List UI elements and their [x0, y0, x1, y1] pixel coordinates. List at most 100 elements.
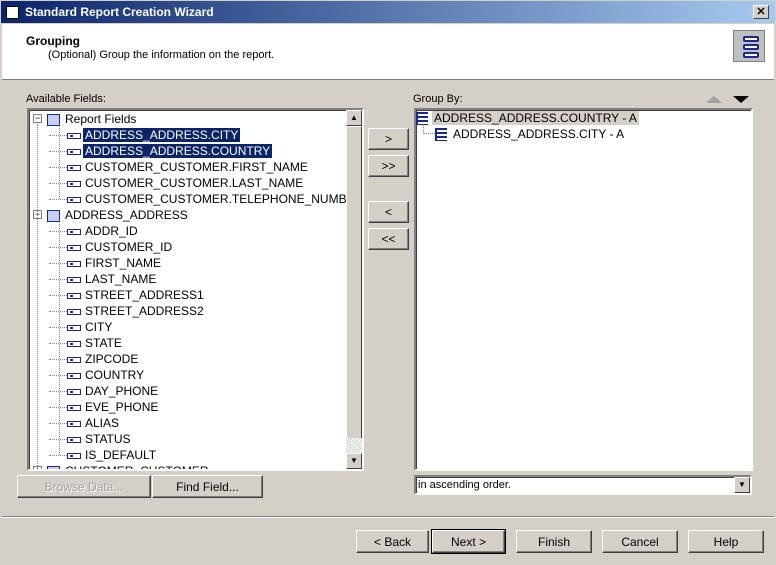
- field-icon: [67, 164, 81, 171]
- tree-item[interactable]: CUSTOMER_ID: [67, 239, 174, 255]
- tree-item-label: CUSTOMER_ID: [85, 240, 173, 254]
- close-button[interactable]: ✕: [753, 5, 769, 19]
- field-icon: [67, 436, 81, 443]
- tree-item[interactable]: STREET_ADDRESS2: [67, 303, 206, 319]
- scroll-up-arrow-icon[interactable]: ▲: [346, 110, 362, 126]
- field-icon: [67, 372, 81, 379]
- tree-item[interactable]: CUSTOMER_CUSTOMER.LAST_NAME: [67, 175, 305, 191]
- add-field-button[interactable]: >: [368, 128, 409, 150]
- tree-item[interactable]: STREET_ADDRESS1: [67, 287, 206, 303]
- app-icon: [6, 6, 19, 19]
- tree-item-label: CUSTOMER_CUSTOMER.FIRST_NAME: [85, 160, 308, 174]
- next-button[interactable]: Next >: [431, 529, 506, 554]
- tree-item[interactable]: ADDRESS_ADDRESS.COUNTRY: [67, 143, 274, 159]
- move-down-arrow-icon[interactable]: [733, 96, 749, 103]
- field-icon: [67, 292, 81, 299]
- field-icon: [67, 228, 81, 235]
- field-icon: [67, 356, 81, 363]
- grouping-icon: [733, 30, 765, 62]
- tree-item-label: LAST_NAME: [85, 272, 157, 286]
- field-icon: [67, 308, 81, 315]
- tree-item-label: CUSTOMER_CUSTOMER: [65, 464, 209, 471]
- tree-item[interactable]: STATE: [67, 335, 124, 351]
- field-icon: [67, 132, 81, 139]
- scroll-down-arrow-icon[interactable]: ▼: [346, 453, 362, 469]
- title-bar: Standard Report Creation Wizard ✕: [0, 0, 776, 24]
- tree-item[interactable]: COUNTRY: [67, 367, 146, 383]
- browse-data-button[interactable]: Browse Data...: [17, 475, 151, 498]
- field-icon: [67, 276, 81, 283]
- wizard-header: Grouping (Optional) Group the informatio…: [2, 24, 774, 80]
- remove-all-button[interactable]: <<: [368, 228, 409, 250]
- field-icon: [67, 452, 81, 459]
- field-icon: [67, 244, 81, 251]
- finish-button[interactable]: Finish: [516, 530, 592, 553]
- available-fields-tree[interactable]: − Report Fields ADDRESS_ADDRESS.CITY ADDRES…: [27, 108, 364, 471]
- divider: [2, 516, 774, 518]
- field-icon: [67, 148, 81, 155]
- tree-item[interactable]: ADDRESS_ADDRESS.CITY: [67, 127, 242, 143]
- chevron-down-icon[interactable]: ▼: [734, 477, 750, 493]
- tree-item[interactable]: ADDRESS_ADDRESS: [47, 207, 190, 223]
- tree-item[interactable]: EVE_PHONE: [67, 399, 160, 415]
- tree-item-label: IS_DEFAULT: [85, 448, 157, 462]
- tree-item-label: CITY: [85, 320, 113, 334]
- field-icon: [67, 324, 81, 331]
- tree-item-label: ADDRESS_ADDRESS: [65, 208, 188, 222]
- tree-item[interactable]: ADDR_ID: [67, 223, 140, 239]
- group-item[interactable]: ADDRESS_ADDRESS.CITY - A: [435, 126, 626, 142]
- remove-field-button[interactable]: <: [368, 201, 409, 223]
- tree-item-label: COUNTRY: [85, 368, 145, 382]
- tree-item[interactable]: CUSTOMER_CUSTOMER.TELEPHONE_NUMBER: [67, 191, 364, 207]
- sort-order-dropdown[interactable]: in ascending order. ▼: [414, 475, 752, 495]
- tree-item[interactable]: ALIAS: [67, 415, 121, 431]
- tree-item-label: ADDR_ID: [85, 224, 138, 238]
- tree-item-label: FIRST_NAME: [85, 256, 162, 270]
- tree-item[interactable]: CUSTOMER_CUSTOMER.FIRST_NAME: [67, 159, 310, 175]
- field-icon: [67, 388, 81, 395]
- help-button[interactable]: Help: [688, 530, 764, 553]
- tree-scrollbar[interactable]: ▲ ▼: [346, 110, 362, 469]
- tree-item-label: DAY_PHONE: [85, 384, 159, 398]
- step-title: Grouping: [26, 34, 80, 48]
- tree-item-label: STREET_ADDRESS1: [85, 288, 204, 302]
- move-up-arrow-icon[interactable]: [706, 96, 722, 103]
- tree-item-label: STATUS: [85, 432, 131, 446]
- group-by-label: Group By:: [413, 93, 463, 105]
- tree-item-label: STREET_ADDRESS2: [85, 304, 204, 318]
- tree-item[interactable]: STATUS: [67, 431, 133, 447]
- step-subtitle: (Optional) Group the information on the …: [48, 49, 275, 61]
- tree-item[interactable]: CITY: [67, 319, 114, 335]
- tree-item-label: ADDRESS_ADDRESS.CITY: [81, 127, 242, 143]
- tree-item[interactable]: DAY_PHONE: [67, 383, 160, 399]
- tree-item[interactable]: Report Fields: [47, 111, 138, 127]
- tree-item-label: ZIPCODE: [85, 352, 139, 366]
- tree-item[interactable]: ZIPCODE: [67, 351, 140, 367]
- tree-item-label: CUSTOMER_CUSTOMER.TELEPHONE_NUMBER: [85, 192, 364, 206]
- collapse-icon[interactable]: −: [33, 114, 42, 123]
- tree-item[interactable]: FIRST_NAME: [67, 255, 163, 271]
- tree-item[interactable]: CUSTOMER_CUSTOMER: [47, 463, 211, 471]
- scroll-thumb[interactable]: [346, 126, 362, 454]
- window-title: Standard Report Creation Wizard: [25, 5, 214, 19]
- cancel-button[interactable]: Cancel: [602, 530, 678, 553]
- group-item[interactable]: ADDRESS_ADDRESS.COUNTRY - A: [416, 110, 639, 126]
- field-icon: [67, 196, 81, 203]
- group-icon: [435, 128, 447, 142]
- tree-item[interactable]: LAST_NAME: [67, 271, 158, 287]
- tree-item-label: STATE: [85, 336, 122, 350]
- add-all-button[interactable]: >>: [368, 155, 409, 177]
- field-icon: [67, 180, 81, 187]
- tree-item[interactable]: IS_DEFAULT: [67, 447, 158, 463]
- sort-order-value: in ascending order.: [418, 479, 511, 491]
- tree-item-label: Report Fields: [65, 112, 137, 126]
- field-icon: [67, 260, 81, 267]
- group-by-list[interactable]: ADDRESS_ADDRESS.COUNTRY - A ADDRESS_ADDR…: [414, 108, 753, 471]
- table-icon: [47, 465, 60, 469]
- back-button[interactable]: < Back: [356, 530, 429, 553]
- field-icon: [67, 340, 81, 347]
- available-fields-label: Available Fields:: [26, 93, 106, 105]
- tree-item-label: EVE_PHONE: [85, 400, 159, 414]
- field-icon: [67, 420, 81, 427]
- find-field-button[interactable]: Find Field...: [152, 475, 263, 498]
